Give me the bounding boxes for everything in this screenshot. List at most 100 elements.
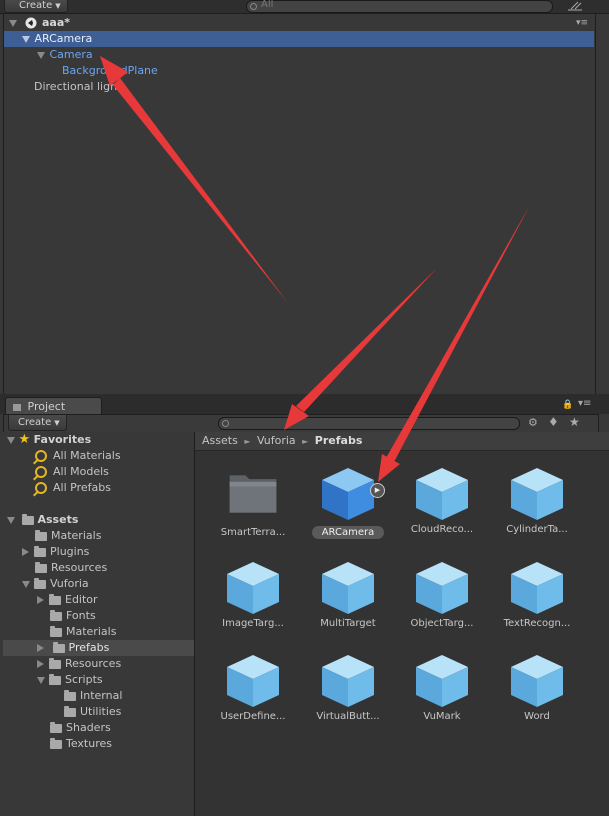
breadcrumb-item[interactable]: Assets xyxy=(202,434,238,447)
breadcrumb-item[interactable]: Prefabs xyxy=(315,434,363,447)
tree-item-fonts[interactable]: Fonts xyxy=(50,608,96,624)
filter-by-type-icon[interactable]: ⚙ xyxy=(528,416,538,429)
folder-icon xyxy=(52,641,65,653)
tree-item-vuforia-materials[interactable]: Materials xyxy=(50,624,116,640)
tab-project[interactable]: Project xyxy=(5,397,102,415)
search-filter-icon xyxy=(35,482,47,494)
expand-arrow-icon[interactable] xyxy=(37,596,44,604)
asset-label: CloudReco... xyxy=(410,524,474,535)
asset-label: MultiTarget xyxy=(320,618,376,629)
expand-arrow-icon[interactable] xyxy=(37,51,45,59)
folder-icon xyxy=(50,737,62,749)
expand-arrow-icon[interactable] xyxy=(22,580,30,588)
folder-icon xyxy=(50,721,62,733)
search-icon xyxy=(250,3,257,10)
tree-item-prefabs[interactable]: Prefabs xyxy=(3,640,194,656)
expand-arrow-icon[interactable] xyxy=(7,516,15,524)
project-search-input[interactable] xyxy=(218,417,520,430)
tree-item-plugins[interactable]: Plugins xyxy=(22,544,89,560)
tree-item-materials[interactable]: Materials xyxy=(35,528,101,544)
expand-arrow-icon[interactable] xyxy=(37,676,45,684)
asset-virtualbutton[interactable]: VirtualButt... xyxy=(303,653,393,722)
asset-cylindertarget[interactable]: CylinderTa... xyxy=(492,466,582,535)
panel-menu-icon[interactable]: ▾≡ xyxy=(578,398,591,409)
tree-item-vuforia[interactable]: Vuforia xyxy=(22,576,89,592)
scene-visibility-icon[interactable] xyxy=(566,0,584,12)
asset-textrecognition[interactable]: TextRecogn... xyxy=(492,560,582,629)
folder-icon xyxy=(49,593,61,605)
tree-label: Resources xyxy=(65,657,122,670)
tree-item-vuforia-resources[interactable]: Resources xyxy=(37,656,121,672)
tab-label: Project xyxy=(27,400,66,413)
asset-label: VuMark xyxy=(423,711,461,722)
tree-item-resources[interactable]: Resources xyxy=(35,560,107,576)
asset-smartterrain[interactable]: SmartTerra... xyxy=(208,466,298,538)
asset-vumark[interactable]: VuMark xyxy=(397,653,487,722)
expand-arrow-icon[interactable] xyxy=(37,660,44,668)
asset-label: UserDefine... xyxy=(220,711,286,722)
search-filter-icon xyxy=(35,466,47,478)
star-icon: ★ xyxy=(18,432,31,447)
tree-item-scripts[interactable]: Scripts xyxy=(37,672,103,688)
tree-assets[interactable]: Assets xyxy=(7,512,78,528)
project-create-button[interactable]: Create ▼ xyxy=(8,415,67,431)
tree-favorites[interactable]: ★ Favorites xyxy=(7,432,91,448)
breadcrumb: Assets ► Vuforia ► Prefabs xyxy=(195,432,609,451)
tree-label: Favorites xyxy=(33,433,92,446)
unity-scene-icon xyxy=(25,17,36,29)
scene-menu-icon[interactable]: ▾≡ xyxy=(576,15,588,31)
filter-by-label-icon[interactable]: ♦ xyxy=(548,415,559,429)
lock-icon[interactable]: 🔒 xyxy=(562,400,573,410)
breadcrumb-item[interactable]: Vuforia xyxy=(257,434,296,447)
tree-label: All Models xyxy=(53,465,109,478)
folder-icon xyxy=(50,609,62,621)
tree-item-shaders[interactable]: Shaders xyxy=(50,720,111,736)
favorites-star-icon[interactable]: ★ xyxy=(569,415,580,429)
hierarchy-item-backgroundplane[interactable]: BackgroundPlane xyxy=(4,63,594,79)
search-icon xyxy=(222,420,229,427)
hierarchy-create-button[interactable]: Create ▼ xyxy=(4,0,68,13)
asset-objecttarget[interactable]: ObjectTarg... xyxy=(397,560,487,629)
asset-arcamera[interactable]: ▶ ARCamera xyxy=(303,466,393,539)
asset-word[interactable]: Word xyxy=(492,653,582,722)
tree-favorite-all-models[interactable]: All Models xyxy=(35,464,109,480)
folder-icon xyxy=(49,657,61,669)
prefab-cube-icon xyxy=(509,560,565,616)
hierarchy-item-camera[interactable]: Camera xyxy=(4,47,594,63)
asset-label: ARCamera xyxy=(311,526,385,539)
hierarchy-item-arcamera[interactable]: ARCamera xyxy=(4,31,594,47)
asset-imagetarget[interactable]: ImageTarg... xyxy=(208,560,298,629)
folder-icon xyxy=(229,475,277,513)
expand-arrow-icon[interactable] xyxy=(22,35,30,43)
hierarchy-search-input[interactable]: All xyxy=(246,0,553,13)
hierarchy-item-directional-light[interactable]: Directional light xyxy=(4,79,594,95)
asset-label: VirtualButt... xyxy=(316,711,380,722)
asset-cloudreco[interactable]: CloudReco... xyxy=(397,466,487,535)
expand-arrow-icon[interactable] xyxy=(22,548,29,556)
asset-multitarget[interactable]: MultiTarget xyxy=(303,560,393,629)
asset-userdefined[interactable]: UserDefine... xyxy=(208,653,298,722)
search-placeholder: All xyxy=(261,0,274,10)
create-label: Create xyxy=(18,417,52,428)
tree-item-utilities[interactable]: Utilities xyxy=(64,704,121,720)
dropdown-icon: ▼ xyxy=(54,419,60,427)
tree-favorite-all-materials[interactable]: All Materials xyxy=(35,448,121,464)
project-toolbar: Create ▼ ⚙ ♦ ★ xyxy=(3,414,599,433)
tree-item-internal[interactable]: Internal xyxy=(64,688,122,704)
tree-favorite-all-prefabs[interactable]: All Prefabs xyxy=(35,480,111,496)
expand-arrow-icon[interactable] xyxy=(9,19,17,27)
tree-item-textures[interactable]: Textures xyxy=(50,736,112,752)
tree-label: Prefabs xyxy=(68,641,110,654)
tree-label: Plugins xyxy=(50,545,90,558)
folder-icon xyxy=(34,577,46,589)
tree-label: Shaders xyxy=(66,721,111,734)
folder-icon xyxy=(34,545,46,557)
asset-label: CylinderTa... xyxy=(506,524,568,535)
folder-icon xyxy=(64,689,76,701)
expand-arrow-icon[interactable] xyxy=(37,644,44,652)
dropdown-icon: ▼ xyxy=(55,2,61,10)
expand-arrow-icon[interactable] xyxy=(7,436,15,444)
tree-item-editor[interactable]: Editor xyxy=(37,592,98,608)
play-preview-icon[interactable]: ▶ xyxy=(370,483,385,498)
scene-row[interactable]: aaa* ▾≡ xyxy=(4,15,594,31)
